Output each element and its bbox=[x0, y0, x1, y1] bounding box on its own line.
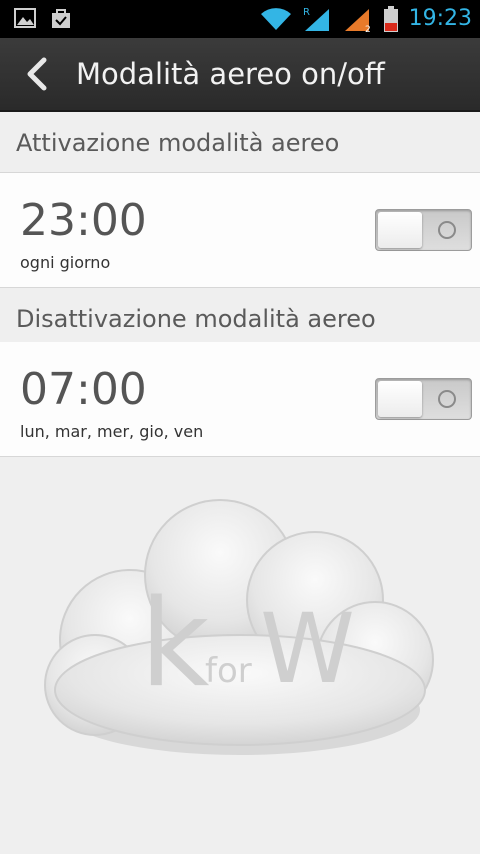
activation-days: ogni giorno bbox=[20, 253, 111, 272]
activation-time: 23:00 bbox=[20, 195, 147, 246]
status-bar: R 2 19:23 bbox=[0, 0, 480, 38]
deactivation-toggle[interactable] bbox=[375, 378, 472, 420]
action-bar: Modalità aereo on/off bbox=[0, 38, 480, 112]
signal-roaming-icon: R bbox=[303, 7, 329, 31]
page-title: Modalità aereo on/off bbox=[76, 57, 385, 91]
toggle-knob bbox=[378, 212, 422, 248]
signal-icon: 2 bbox=[344, 9, 371, 33]
activation-toggle[interactable] bbox=[375, 209, 472, 251]
toggle-knob bbox=[378, 381, 422, 417]
svg-text:2: 2 bbox=[365, 25, 371, 33]
shopping-bag-icon bbox=[52, 9, 70, 28]
status-time: 19:23 bbox=[408, 6, 472, 31]
back-button[interactable] bbox=[18, 54, 58, 94]
deactivation-time: 07:00 bbox=[20, 364, 147, 415]
cloud-logo: k for W bbox=[44, 499, 434, 755]
section-header-label: Disattivazione modalità aereo bbox=[16, 305, 376, 333]
off-circle-icon bbox=[438, 390, 456, 408]
section-header-deactivation: Disattivazione modalità aereo bbox=[0, 288, 480, 349]
section-header-activation: Attivazione modalità aereo bbox=[0, 112, 480, 173]
gallery-icon bbox=[14, 8, 36, 28]
schedule-row-activation[interactable]: 23:00 ogni giorno bbox=[0, 173, 480, 288]
section-header-label: Attivazione modalità aereo bbox=[16, 129, 340, 157]
logo-for: for bbox=[205, 651, 252, 691]
schedule-row-deactivation[interactable]: 07:00 lun, mar, mer, gio, ven bbox=[0, 342, 480, 457]
chevron-left-icon bbox=[27, 57, 47, 91]
deactivation-days: lun, mar, mer, gio, ven bbox=[20, 422, 204, 441]
battery-icon bbox=[383, 6, 398, 32]
off-circle-icon bbox=[438, 221, 456, 239]
logo-w: W bbox=[260, 593, 355, 705]
wifi-icon bbox=[260, 8, 291, 30]
logo-k: k bbox=[140, 575, 210, 714]
svg-text:R: R bbox=[303, 7, 310, 18]
